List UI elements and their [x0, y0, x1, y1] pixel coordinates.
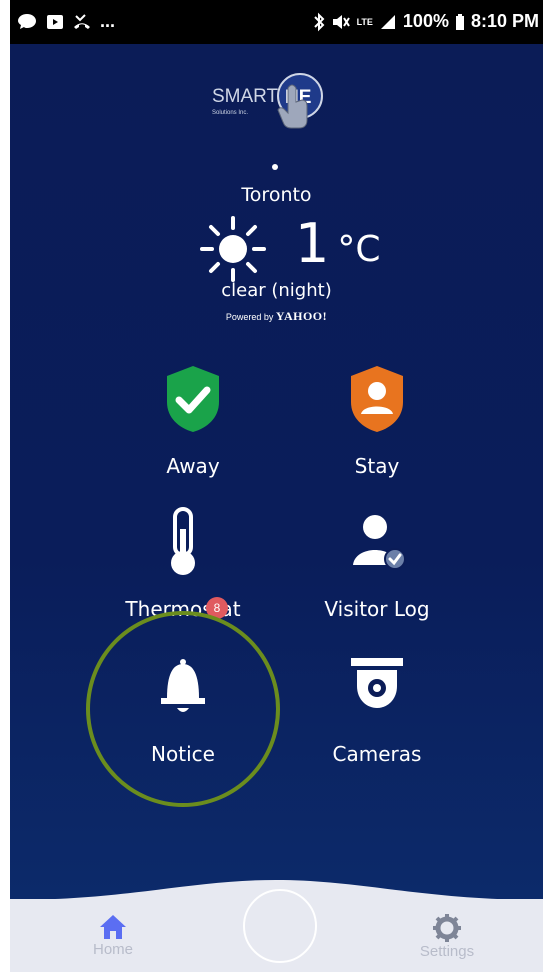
media-icon	[47, 14, 63, 29]
tile-cameras[interactable]: Cameras	[277, 652, 477, 782]
tile-away[interactable]: Away	[93, 364, 293, 494]
smartone-logo: SMART NE Solutions Inc.	[212, 73, 323, 129]
missed-call-icon	[74, 13, 90, 29]
thermometer-icon	[171, 507, 195, 575]
network-type: LTE	[356, 16, 373, 27]
battery-percent: 100%	[402, 11, 449, 31]
mute-icon	[332, 14, 350, 29]
nav-settings[interactable]: Settings	[387, 913, 507, 960]
svg-text:Solutions Inc.: Solutions Inc.	[212, 110, 248, 116]
status-time: 8:10 PM	[470, 11, 539, 31]
weather-city: Toronto	[241, 184, 312, 206]
page-indicator-dot	[272, 164, 278, 170]
shield-check-icon	[167, 366, 219, 432]
tile-stay-label: Stay	[354, 454, 400, 478]
nav-home-label: Home	[92, 941, 133, 958]
camera-icon	[351, 658, 403, 708]
svg-text:SMART: SMART	[212, 86, 279, 107]
status-right: LTE 100% 8:10 PM	[313, 11, 539, 32]
tile-cameras-label: Cameras	[332, 742, 422, 766]
tile-visitor-log[interactable]: Visitor Log	[277, 507, 477, 637]
gear-icon	[433, 914, 461, 942]
sun-icon	[200, 216, 266, 282]
signal-icon	[380, 14, 395, 29]
nav-settings-label: Settings	[419, 943, 475, 960]
person-check-icon	[353, 515, 406, 570]
temperature-value: 1	[295, 212, 330, 275]
notice-highlight-ring	[86, 611, 280, 807]
temperature-unit: °C	[337, 229, 381, 270]
nav-home[interactable]: Home	[53, 913, 173, 958]
weather-temperature: 1 °C	[295, 209, 381, 279]
app-frame: ... LTE 100% 8:10 PM SMART NE Solutions …	[10, 0, 543, 972]
center-action-button[interactable]	[243, 889, 317, 963]
battery-icon	[455, 13, 464, 30]
powered-by-label: Powered by	[225, 312, 274, 322]
status-more: ...	[100, 11, 116, 31]
home-screen: SMART NE Solutions Inc. Toronto 1 °C cle…	[10, 44, 543, 899]
bluetooth-icon	[313, 12, 324, 31]
tile-away-label: Away	[166, 454, 220, 478]
yahoo-logo: YAHOO!	[275, 309, 328, 323]
chat-icon	[18, 13, 36, 29]
status-bar: ... LTE 100% 8:10 PM	[10, 0, 543, 44]
home-icon	[100, 915, 126, 939]
weather-attribution: Powered by YAHOO!	[10, 309, 543, 324]
status-left: ...	[16, 11, 115, 32]
tile-visitor-log-label: Visitor Log	[324, 597, 430, 621]
weather-condition: clear (night)	[221, 280, 332, 301]
tile-stay[interactable]: Stay	[277, 364, 477, 494]
shield-person-icon	[351, 366, 403, 432]
